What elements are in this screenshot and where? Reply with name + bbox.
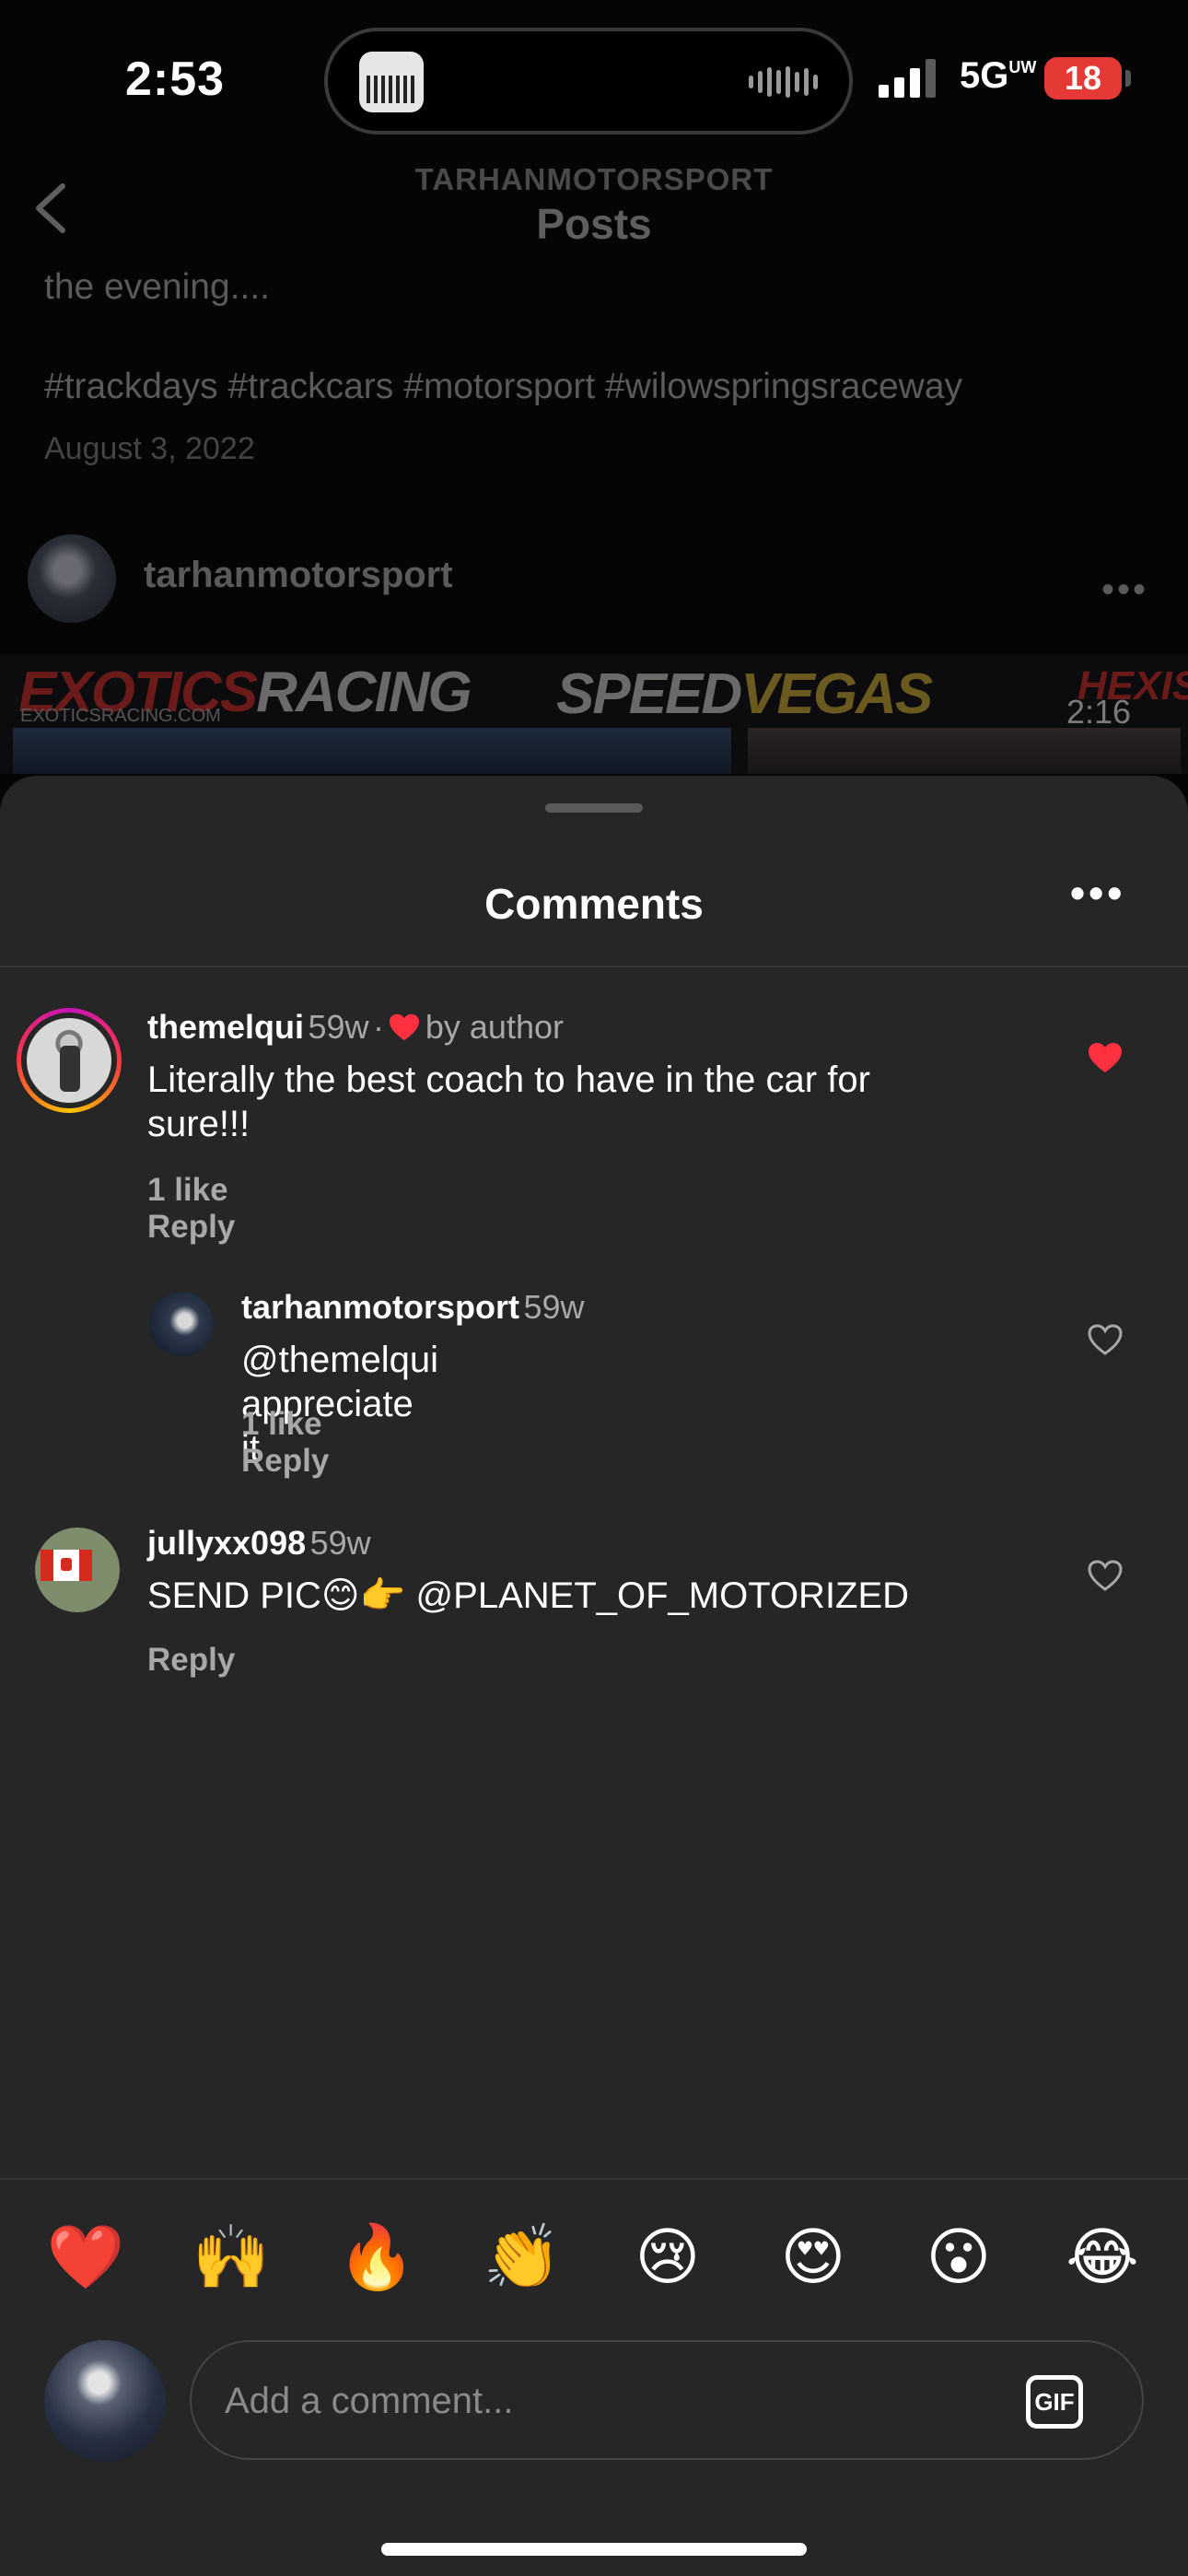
comment-header: jullyxx098 59w xyxy=(147,1524,371,1563)
quick-reactions: ❤️ 🙌 🔥 👏 😢 😍 😮 😂 xyxy=(0,2217,1188,2300)
dynamic-island[interactable] xyxy=(324,28,853,135)
status-time: 2:53 xyxy=(125,53,226,106)
divider xyxy=(0,966,1188,967)
reaction-heart-button[interactable]: ❤️ xyxy=(44,2217,127,2300)
like-count[interactable]: 1 like xyxy=(241,1406,322,1442)
nav-account-name: TARHANMOTORSPORT xyxy=(414,162,774,196)
comment-username[interactable]: themelqui xyxy=(147,1008,304,1046)
comment-text-line: Literally the best coach to have in the … xyxy=(147,1060,870,1100)
comment-composer: GIF xyxy=(190,2340,1144,2460)
reaction-raised-hands-button[interactable]: 🙌 xyxy=(190,2217,273,2300)
reply-button[interactable]: Reply xyxy=(147,1642,235,1678)
reaction-heart-eyes-button[interactable]: 😍 xyxy=(772,2217,855,2300)
video-duration: 2:16 xyxy=(1066,693,1132,731)
reaction-laughing-button[interactable]: 😂 xyxy=(1061,2217,1144,2300)
battery-level: 18 xyxy=(1064,59,1102,97)
comment-actions: Reply xyxy=(147,1642,283,1679)
liked-by-author-badge: by author xyxy=(425,1008,564,1046)
comment-actions: 1 like Reply xyxy=(147,1172,283,1246)
home-indicator[interactable] xyxy=(381,2543,807,2556)
signal-strength-icon xyxy=(879,59,936,98)
video-frame-left xyxy=(13,728,731,774)
comment-actions: 1 like Reply xyxy=(241,1406,377,1480)
comment-username[interactable]: tarhanmotorsport xyxy=(241,1288,519,1326)
media-logo-part: SPEED xyxy=(556,662,742,726)
heart-outline-icon[interactable] xyxy=(1087,1323,1124,1356)
media-logo-part: RACING xyxy=(256,661,472,724)
reaction-surprised-button[interactable]: 😮 xyxy=(917,2217,1000,2300)
nav-title: Posts xyxy=(536,200,652,248)
gif-button[interactable]: GIF xyxy=(1026,2375,1083,2429)
heart-filled-icon[interactable] xyxy=(1087,1041,1124,1074)
sheet-drag-handle[interactable] xyxy=(545,803,643,813)
comment-username[interactable]: jullyxx098 xyxy=(147,1524,306,1562)
media-logo-url: EXOTICSRACING.COM xyxy=(20,706,221,726)
post-more-options-icon[interactable]: ••• xyxy=(1101,569,1148,611)
post-media-video[interactable]: EXOTICSRACING EXOTICSRACING.COM SPEEDVEG… xyxy=(0,654,1188,774)
media-logo-speed-vegas: SPEEDVEGAS xyxy=(556,662,933,727)
reaction-clap-button[interactable]: 👏 xyxy=(481,2217,564,2300)
avatar[interactable] xyxy=(35,1528,120,1612)
reply-button[interactable]: Reply xyxy=(241,1443,329,1479)
reaction-crying-button[interactable]: 😢 xyxy=(626,2217,709,2300)
comment-age: 59w xyxy=(309,1524,371,1562)
author-heart-icon xyxy=(390,1013,420,1041)
post-date: August 3, 2022 xyxy=(44,431,255,466)
comment-text: SEND PIC😊👉 @PLANET_OF_MOTORIZED xyxy=(147,1575,910,1616)
sheet-more-options-icon[interactable]: ••• xyxy=(1070,868,1125,918)
now-playing-app-icon xyxy=(359,52,424,112)
comment-text: Literally the best coach to have in the … xyxy=(147,1058,1004,1146)
comment-text-line: sure!!! xyxy=(147,1104,250,1144)
heart-outline-icon[interactable] xyxy=(1087,1559,1124,1592)
network-indicator: 5GUW xyxy=(960,55,1036,97)
separator-dot: · xyxy=(372,1008,384,1046)
media-logo-part: VEGAS xyxy=(740,662,933,726)
comment-header: themelqui 59w · by author xyxy=(147,1008,564,1047)
video-frame-right xyxy=(748,728,1181,774)
network-type: 5G xyxy=(960,55,1009,96)
post-author-avatar[interactable] xyxy=(28,534,116,623)
comment-header: tarhanmotorsport 59w xyxy=(241,1288,585,1327)
avatar[interactable] xyxy=(149,1292,214,1356)
reaction-fire-button[interactable]: 🔥 xyxy=(335,2217,418,2300)
network-badge: UW xyxy=(1008,58,1037,76)
avatar[interactable] xyxy=(27,1018,111,1103)
post-caption-tail: the evening.... xyxy=(44,267,271,307)
comment-age: 59w xyxy=(308,1008,369,1046)
current-user-avatar xyxy=(44,2340,166,2462)
post-hashtags[interactable]: #trackdays #trackcars #motorsport #wilow… xyxy=(44,367,962,407)
comment-input[interactable] xyxy=(225,2368,980,2434)
sheet-title: Comments xyxy=(484,880,704,928)
reply-button[interactable]: Reply xyxy=(147,1209,235,1245)
post-author-username[interactable]: tarhanmotorsport xyxy=(144,555,453,596)
status-bar: 2:53 5GUW 18 xyxy=(0,0,1188,157)
battery-tip xyxy=(1125,70,1131,87)
canada-flag-image xyxy=(41,1550,92,1581)
like-count[interactable]: 1 like xyxy=(147,1172,228,1208)
divider xyxy=(0,2178,1188,2180)
battery-indicator: 18 xyxy=(1044,57,1122,100)
comment-age: 59w xyxy=(523,1288,585,1326)
audio-waveform-icon xyxy=(749,66,818,98)
